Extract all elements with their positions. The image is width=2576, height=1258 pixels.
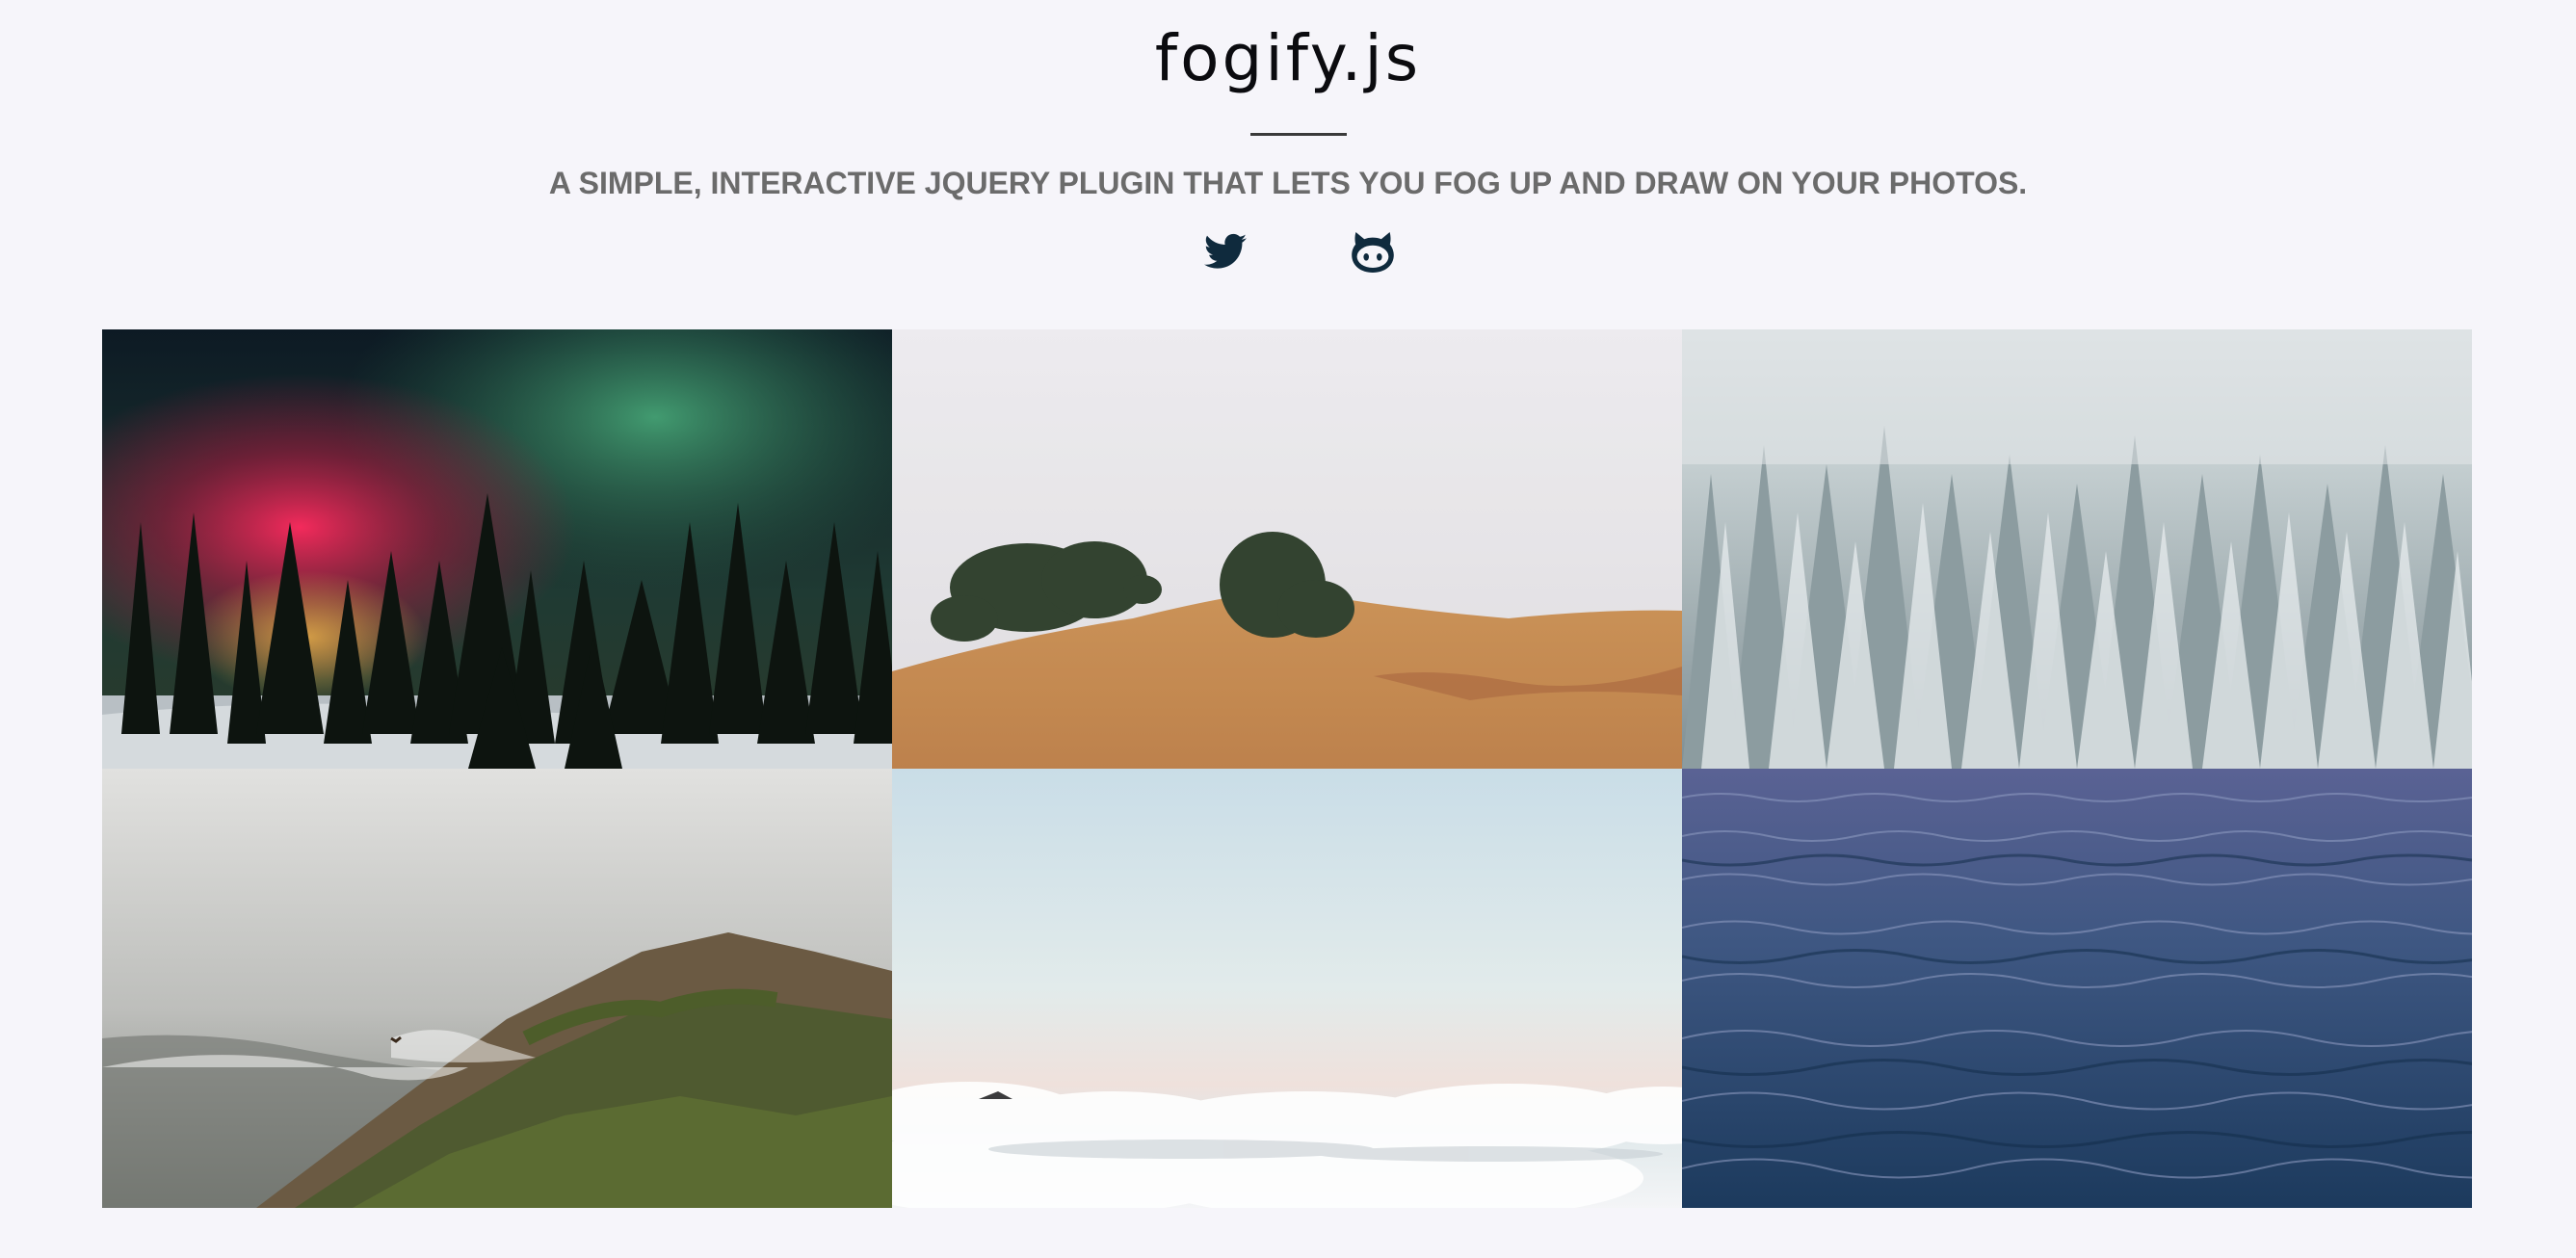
photo-tile-snowy-forest[interactable] xyxy=(1682,329,2472,769)
title-divider xyxy=(1250,133,1347,136)
misty-hillside-image xyxy=(892,329,1682,769)
ocean-waves-image xyxy=(1682,769,2472,1208)
photo-tile-ocean-waves[interactable] xyxy=(1682,769,2472,1208)
photo-grid xyxy=(102,329,2472,1208)
twitter-icon xyxy=(1204,233,1247,269)
github-link[interactable] xyxy=(1349,229,1397,275)
page-title: fogify.js xyxy=(1154,21,1422,95)
sea-of-clouds-image xyxy=(892,769,1682,1208)
photo-tile-sea-of-clouds[interactable] xyxy=(892,769,1682,1208)
photo-tile-foggy-cliff[interactable] xyxy=(102,769,892,1208)
twitter-link[interactable] xyxy=(1201,229,1249,275)
github-icon xyxy=(1352,232,1394,273)
page-subtitle: A SIMPLE, INTERACTIVE JQUERY PLUGIN THAT… xyxy=(548,166,2028,200)
photo-tile-aurora-forest[interactable] xyxy=(102,329,892,769)
photo-tile-misty-hillside[interactable] xyxy=(892,329,1682,769)
aurora-forest-image xyxy=(102,329,892,769)
page: fogify.js A SIMPLE, INTERACTIVE JQUERY P… xyxy=(0,0,2576,1258)
snowy-forest-image xyxy=(1682,329,2472,769)
foggy-cliff-image xyxy=(102,769,892,1208)
